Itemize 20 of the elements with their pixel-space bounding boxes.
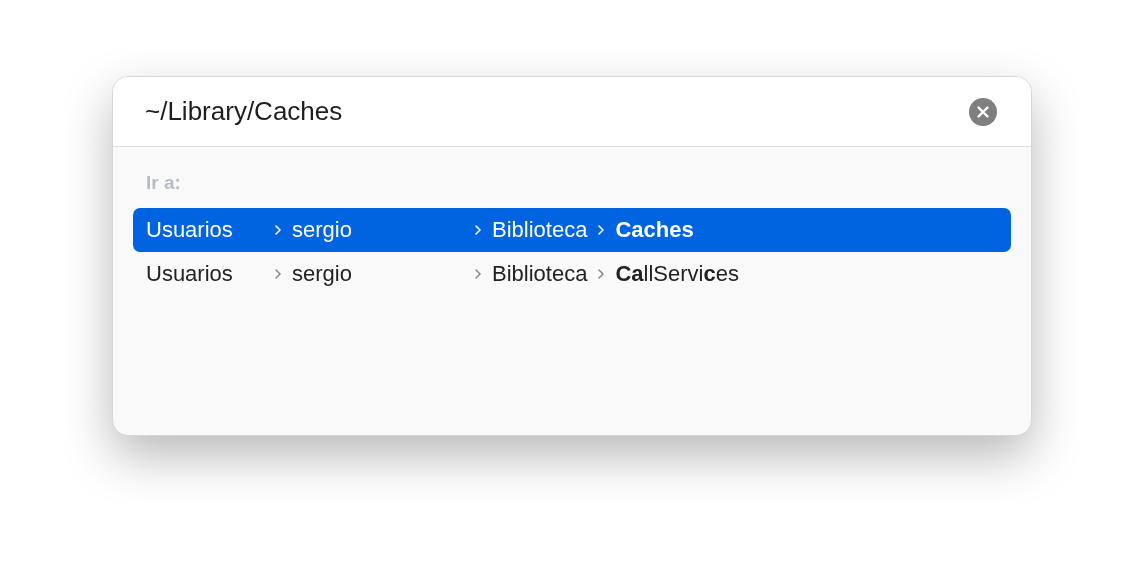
folder-name: sergio bbox=[292, 260, 353, 288]
folder-name: Caches bbox=[615, 216, 694, 244]
clear-icon[interactable] bbox=[969, 97, 997, 126]
result-row[interactable]: Usuarios sergio Biblioteca CallServices bbox=[133, 251, 1011, 296]
path-text[interactable]: ~/Library/Caches bbox=[145, 92, 953, 131]
chevron-icon bbox=[597, 267, 606, 280]
chevron-icon bbox=[274, 223, 282, 236]
chevron-icon bbox=[274, 267, 282, 280]
folder-name: Biblioteca bbox=[492, 216, 588, 244]
section-label: Ir a: bbox=[146, 171, 181, 195]
folder-name: CallServices bbox=[615, 260, 739, 288]
chevron-icon bbox=[474, 267, 482, 280]
chevron-icon bbox=[597, 223, 606, 236]
chevron-icon bbox=[474, 223, 482, 236]
result-row[interactable]: Usuarios sergio Biblioteca Caches bbox=[133, 207, 1011, 252]
folder-name: Usuarios bbox=[146, 216, 234, 244]
folder-name: Biblioteca bbox=[492, 260, 588, 288]
path-field[interactable]: ~/Library/Caches bbox=[113, 77, 1031, 147]
folder-name: Usuarios bbox=[146, 260, 234, 288]
folder-name: sergio bbox=[292, 216, 353, 244]
